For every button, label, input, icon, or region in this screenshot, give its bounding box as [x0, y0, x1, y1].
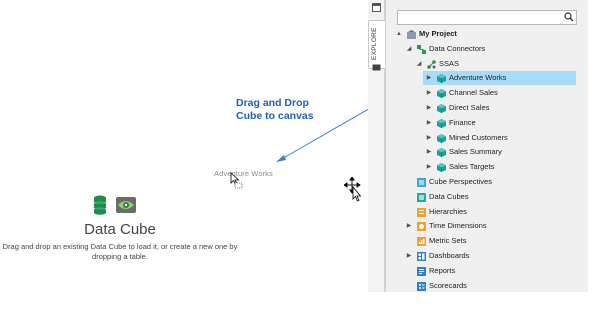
expand-chevron-icon[interactable]: ▶ — [425, 131, 433, 145]
tree-item-channel-sales[interactable]: ▶ Channel Sales — [425, 86, 576, 100]
tree-item-dashboards[interactable]: ▶ Dashboards — [405, 249, 576, 263]
tree-item-direct-sales[interactable]: ▶ Direct Sales — [425, 101, 576, 115]
perspectives-icon — [417, 178, 426, 187]
drag-cursor-icon — [230, 172, 243, 189]
collapse-chevron-icon[interactable]: ◢ — [415, 57, 423, 71]
tree-item-scorecards[interactable]: Scorecards — [405, 279, 576, 293]
expand-chevron-icon[interactable]: ▶ — [425, 86, 433, 100]
panel-right-edge — [588, 0, 599, 292]
data-cube-description: Drag and drop an existing Data Cube to l… — [0, 242, 240, 262]
tree-item-data-connectors[interactable]: ◢ Data Connectors — [405, 42, 576, 56]
eye-icon — [116, 197, 136, 213]
tree-item-label: Data Cubes — [429, 191, 469, 201]
database-icon — [94, 195, 106, 215]
explore-tab-label: EXPLORE — [371, 27, 378, 60]
tree-item-label: My Project — [419, 29, 457, 38]
tree-item-mined-customers[interactable]: ▶ Mined Customers — [425, 131, 576, 145]
tree-item-cube-perspectives[interactable]: Cube Perspectives — [405, 175, 576, 189]
tree-item-label: Direct Sales — [449, 103, 490, 112]
tree-item-label: Time Dimensions — [429, 221, 487, 231]
expand-chevron-icon[interactable]: ▶ — [425, 116, 433, 130]
cube-icon — [437, 74, 446, 84]
dashboards-icon — [417, 252, 426, 261]
dashboard-canvas[interactable] — [0, 0, 385, 324]
tree-item-label: Cube Perspectives — [429, 177, 492, 186]
keyboard-icon[interactable] — [372, 64, 381, 71]
panel-toggle-icon[interactable] — [372, 3, 381, 12]
tree-item-label: Data Connectors — [429, 43, 486, 53]
move-cursor-icon — [344, 177, 362, 202]
metric-sets-icon — [417, 237, 426, 247]
tree-item-label: Dashboards — [429, 251, 470, 260]
expand-chevron-icon[interactable]: ▶ — [425, 145, 433, 159]
tree-item-label: Channel Sales — [449, 88, 498, 98]
tree-item-finance[interactable]: ▶ Finance — [425, 116, 576, 130]
tree-item-my-project[interactable]: ▲ My Project — [395, 27, 576, 41]
collapse-chevron-icon[interactable]: ▲ — [395, 27, 403, 41]
data-cubes-icon — [417, 192, 426, 202]
scorecards-icon — [417, 281, 426, 291]
hint-line-1: Drag and Drop — [236, 97, 309, 109]
cube-icon — [437, 163, 446, 173]
tree-item-label: SSAS — [439, 58, 460, 68]
cube-icon — [437, 104, 446, 113]
expand-chevron-icon[interactable]: ▶ — [425, 71, 433, 85]
tree-item-label: Sales Targets — [449, 162, 495, 172]
reports-icon — [417, 266, 426, 276]
connectors-icon — [417, 44, 426, 54]
tree-item-time-dimensions[interactable]: ▶ Time Dimensions — [405, 219, 576, 233]
cube-icon — [437, 89, 446, 99]
expand-chevron-icon[interactable]: ▶ — [425, 101, 433, 115]
description-line-1: Drag and drop an existing Data Cube to l… — [2, 242, 238, 251]
drag-drop-hint: Drag and Drop Cube to canvas — [236, 97, 346, 123]
tree-item-label: Adventure Works — [449, 73, 507, 83]
tree-item-label: Finance — [449, 117, 476, 127]
tree-item-label: Reports — [429, 265, 456, 275]
expand-chevron-icon[interactable]: ▶ — [405, 249, 413, 263]
hint-line-2: Cube to canvas — [236, 110, 314, 122]
cube-icon — [437, 118, 446, 128]
tree-item-metric-sets[interactable]: Metric Sets — [405, 234, 576, 248]
tree-item-label: Mined Customers — [449, 132, 508, 142]
tree-item-hierarchies[interactable]: Hierarchies — [405, 205, 576, 219]
expand-chevron-icon[interactable]: ▶ — [405, 219, 413, 233]
hierarchies-icon — [417, 207, 426, 217]
tree-item-sales-targets[interactable]: ▶ Sales Targets — [425, 160, 576, 174]
tree-item-ssas[interactable]: ◢ SSAS — [415, 57, 576, 71]
tree-item-label: Sales Summary — [449, 147, 502, 157]
expand-chevron-icon[interactable]: ▶ — [425, 160, 433, 174]
project-icon — [407, 30, 416, 39]
ssas-icon — [427, 59, 436, 69]
search-icon[interactable] — [564, 12, 574, 22]
cube-icon — [437, 133, 446, 143]
tree-item-sales-summary[interactable]: ▶ Sales Summary — [425, 145, 576, 159]
tree-item-data-cubes[interactable]: Data Cubes — [405, 190, 576, 204]
cube-icon — [437, 148, 446, 158]
data-cube-placeholder-icons — [94, 195, 136, 215]
tree-item-label: Scorecards — [429, 280, 467, 290]
data-cube-title: Data Cube — [84, 221, 156, 238]
tree-item-adventure-works[interactable]: ▶ Adventure Works — [423, 71, 576, 86]
tree-item-reports[interactable]: Reports — [405, 264, 576, 278]
tree-item-label: Hierarchies — [429, 206, 467, 216]
time-dimensions-icon — [417, 222, 426, 232]
search-input[interactable] — [397, 10, 577, 25]
description-line-2: dropping a table. — [92, 252, 148, 261]
collapse-chevron-icon[interactable]: ◢ — [405, 42, 413, 56]
tree-item-label: Metric Sets — [429, 236, 467, 246]
